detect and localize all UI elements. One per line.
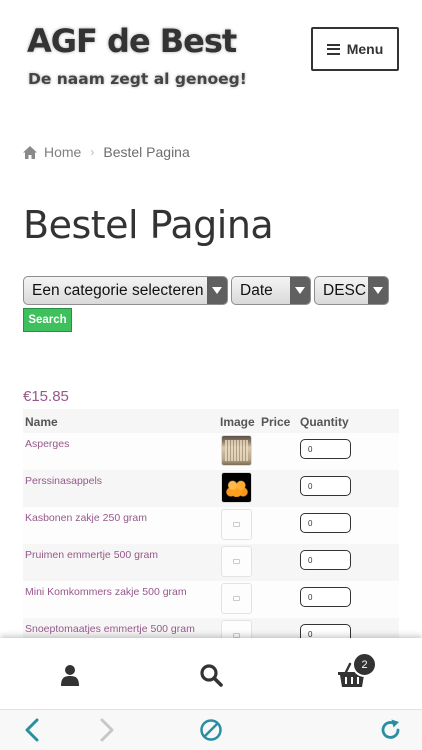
dropdown-arrow-icon [368, 277, 388, 304]
order-select-value: DESC [323, 281, 367, 299]
cart-total: €15.85 [23, 388, 69, 405]
product-name-link[interactable]: Pruimen emmertje 500 gram [25, 549, 158, 561]
search-nav-button[interactable] [196, 660, 226, 690]
home-icon [23, 145, 37, 159]
table-row: Perssinasappels 0 [23, 470, 399, 507]
breadcrumb: Home › Bestel Pagina [23, 144, 190, 160]
dropdown-arrow-icon [290, 277, 310, 304]
forward-button[interactable] [93, 716, 121, 744]
hamburger-icon [326, 43, 340, 55]
site-description: De naam zegt al genoeg! [28, 70, 247, 88]
quantity-input[interactable]: 0 [300, 439, 351, 459]
page-title: Bestel Pagina [23, 203, 274, 247]
chevron-right-icon [100, 718, 114, 742]
sort-by-select[interactable]: Date [231, 276, 311, 305]
breadcrumb-home-link[interactable]: Home [44, 144, 81, 160]
table-row: Kasbonen zakje 250 gram 0 [23, 507, 399, 544]
category-select[interactable]: Een categorie selecteren [23, 276, 228, 305]
product-image[interactable] [221, 435, 252, 466]
table-row: Pruimen emmertje 500 gram 0 [23, 544, 399, 581]
header-quantity: Quantity [300, 415, 349, 429]
product-name-link[interactable]: Asperges [25, 438, 69, 450]
sort-by-select-value: Date [240, 281, 273, 299]
quantity-input[interactable]: 0 [300, 587, 351, 607]
order-select[interactable]: DESC [314, 276, 389, 305]
site-title[interactable]: AGF de Best [27, 22, 237, 60]
search-button[interactable]: Search [23, 308, 72, 332]
table-header: Name Image Price Quantity [23, 409, 399, 433]
reload-icon [381, 719, 400, 739]
quantity-input[interactable]: 0 [300, 476, 351, 496]
header-name: Name [25, 415, 58, 429]
menu-button[interactable]: Menu [311, 27, 399, 71]
product-name-link[interactable]: Kasbonen zakje 250 gram [25, 512, 147, 524]
chevron-left-icon [25, 718, 39, 742]
stop-button[interactable] [197, 716, 225, 744]
breadcrumb-separator: › [90, 145, 95, 159]
category-select-value: Een categorie selecteren [32, 281, 204, 299]
header-price: Price [261, 415, 291, 429]
back-button[interactable] [18, 716, 46, 744]
menu-label: Menu [346, 41, 384, 57]
placeholder-image-icon[interactable] [221, 583, 252, 614]
quantity-input[interactable]: 0 [300, 513, 351, 533]
account-button[interactable] [55, 660, 85, 690]
quantity-input[interactable]: 0 [300, 550, 351, 570]
placeholder-image-icon[interactable] [221, 546, 252, 577]
dropdown-arrow-icon [207, 277, 227, 304]
placeholder-image-icon[interactable] [221, 509, 252, 540]
stop-icon [200, 719, 222, 741]
user-icon [61, 665, 79, 686]
product-image[interactable] [221, 472, 252, 503]
product-name-link[interactable]: Mini Komkommers zakje 500 gram [25, 586, 187, 598]
browser-toolbar [0, 709, 422, 750]
product-name-link[interactable]: Snoeptomaatjes emmertje 500 gram [25, 623, 195, 635]
reload-button[interactable] [377, 716, 405, 744]
breadcrumb-current: Bestel Pagina [103, 144, 190, 160]
product-table: Name Image Price Quantity Asperges 0 Per… [23, 409, 399, 655]
product-name-link[interactable]: Perssinasappels [25, 475, 102, 487]
header-image: Image [220, 415, 255, 429]
cart-count-badge: 2 [352, 652, 377, 677]
table-row: Asperges 0 [23, 433, 399, 470]
table-row: Mini Komkommers zakje 500 gram 0 [23, 581, 399, 618]
search-icon [200, 664, 223, 687]
